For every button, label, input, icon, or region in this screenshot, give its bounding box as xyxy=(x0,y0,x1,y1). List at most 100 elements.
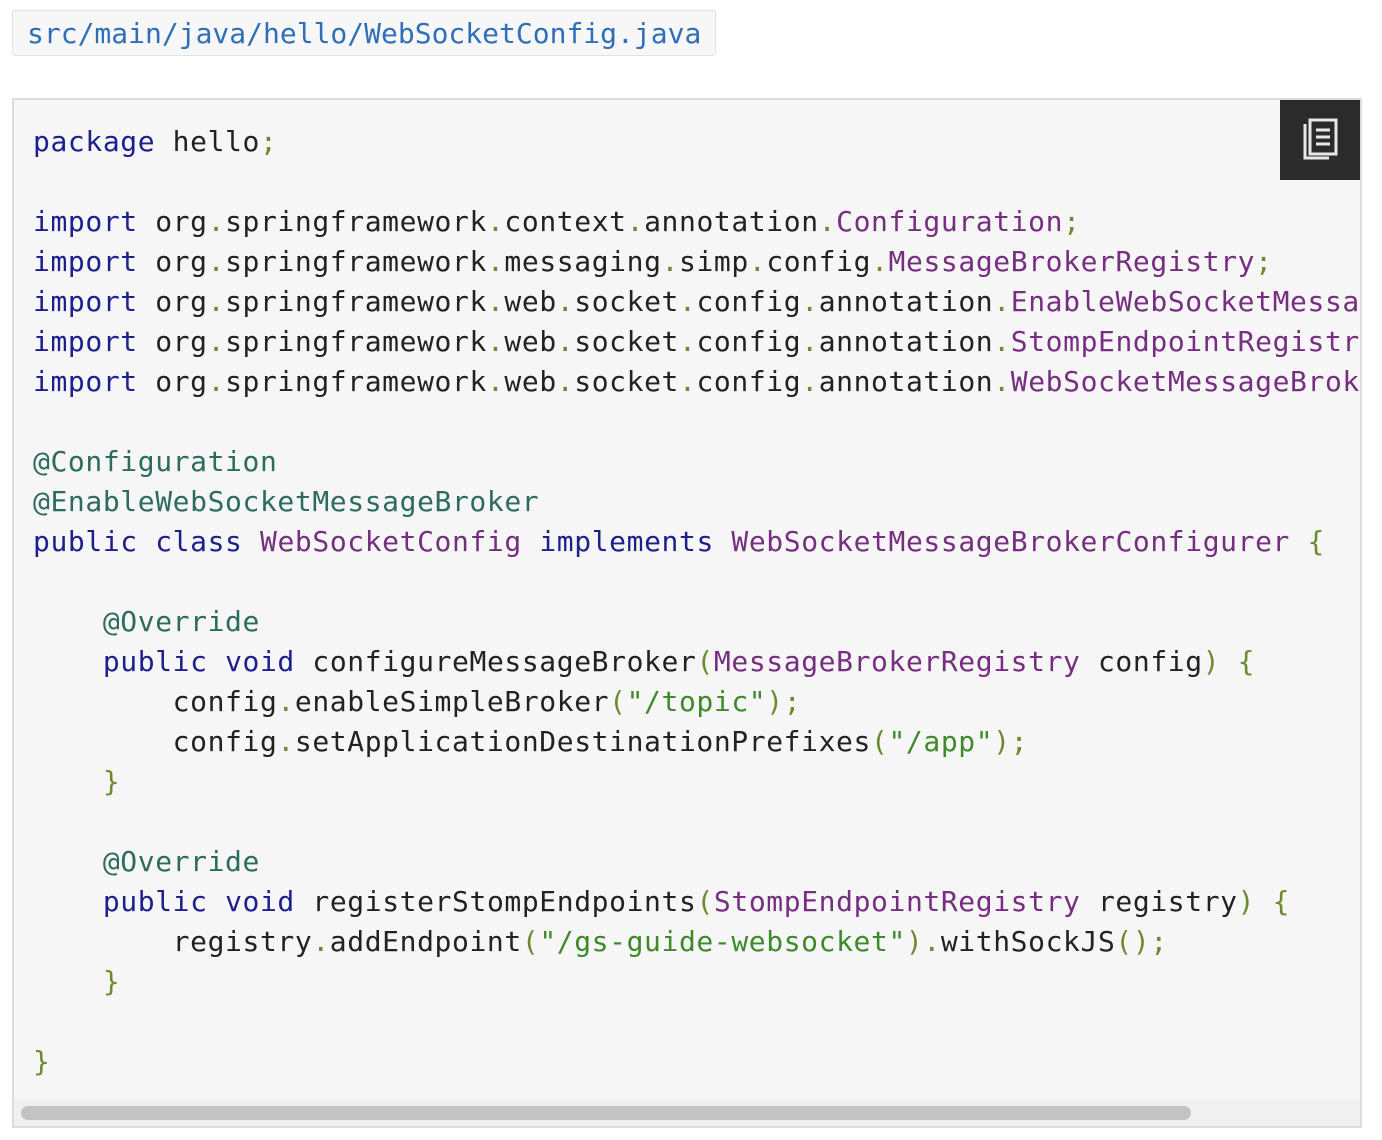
code-identifier: simp xyxy=(679,245,749,278)
code-keyword: import xyxy=(33,245,138,278)
code-identifier: springframework xyxy=(225,245,487,278)
code-punctuation: ); xyxy=(993,725,1029,758)
code-string: "/topic" xyxy=(626,685,767,718)
code-identifier xyxy=(1255,885,1272,918)
code-identifier: registry xyxy=(1080,885,1238,918)
code-identifier xyxy=(33,605,103,638)
code-type-name: Configuration xyxy=(836,205,1064,238)
source-code: package hello; import org.springframework… xyxy=(14,100,1360,1082)
code-keyword: public xyxy=(102,645,208,678)
code-line: import org.springframework.web.socket.co… xyxy=(33,362,1360,402)
code-line: config.enableSimpleBroker("/topic"); xyxy=(33,682,1360,722)
code-identifier: springframework xyxy=(225,325,487,358)
code-punctuation: . xyxy=(312,925,330,958)
code-identifier: socket xyxy=(574,365,679,398)
copy-clipboard-icon xyxy=(1303,118,1338,160)
code-punctuation: . xyxy=(486,365,505,398)
code-keyword: implements xyxy=(539,525,714,558)
code-identifier xyxy=(138,525,155,558)
code-punctuation: ); xyxy=(766,685,802,718)
code-identifier xyxy=(1290,525,1307,558)
code-punctuation: . xyxy=(679,365,697,398)
code-punctuation: } xyxy=(33,1045,51,1078)
code-identifier: config xyxy=(696,365,802,398)
code-type-name: WebSocketMessageBrokerConfigurer xyxy=(1010,365,1360,398)
code-identifier: config xyxy=(766,245,872,278)
code-line: import org.springframework.web.socket.co… xyxy=(33,322,1360,362)
code-punctuation: . xyxy=(993,285,1011,318)
code-identifier: annotation xyxy=(818,285,994,318)
code-line: @EnableWebSocketMessageBroker xyxy=(33,482,1360,522)
code-punctuation: } xyxy=(102,965,121,998)
code-identifier: config xyxy=(1080,645,1203,678)
code-type-name: WebSocketConfig xyxy=(259,525,522,558)
code-identifier: config xyxy=(696,325,802,358)
code-identifier: config xyxy=(33,725,278,758)
horizontal-scrollbar[interactable] xyxy=(14,1100,1360,1126)
horizontal-scrollbar-thumb[interactable] xyxy=(21,1106,1191,1120)
code-identifier: org xyxy=(137,325,208,358)
code-identifier: springframework xyxy=(225,205,487,238)
code-viewport[interactable]: package hello; import org.springframework… xyxy=(14,100,1360,1100)
code-identifier xyxy=(208,645,225,678)
code-identifier xyxy=(243,525,260,558)
code-string: "/app" xyxy=(888,725,994,758)
code-keyword: import xyxy=(33,205,138,238)
code-punctuation: ( xyxy=(696,645,714,678)
code-line: public class WebSocketConfig implements … xyxy=(33,522,1360,562)
code-punctuation: . xyxy=(207,365,226,398)
code-line: public void configureMessageBroker(Messa… xyxy=(33,642,1360,682)
code-punctuation: . xyxy=(207,205,226,238)
code-identifier: context xyxy=(504,205,627,238)
code-keyword: package xyxy=(33,125,156,158)
code-type-name: EnableWebSocketMessageBroker xyxy=(1010,285,1360,318)
code-punctuation: ; xyxy=(259,125,278,158)
code-punctuation: . xyxy=(626,205,645,238)
code-punctuation: . xyxy=(801,365,819,398)
code-identifier: springframework xyxy=(225,365,487,398)
code-identifier: web xyxy=(504,285,557,318)
code-type-name: MessageBrokerRegistry xyxy=(888,245,1256,278)
code-identifier xyxy=(1220,645,1237,678)
code-identifier xyxy=(714,525,731,558)
code-punctuation: ( xyxy=(521,925,540,958)
code-identifier: socket xyxy=(574,285,679,318)
code-annotation: @EnableWebSocketMessageBroker xyxy=(33,485,540,518)
code-identifier: registry xyxy=(33,925,313,958)
code-type-name: StompEndpointRegistry xyxy=(1010,325,1360,358)
code-keyword: public xyxy=(33,525,138,558)
code-identifier: web xyxy=(504,325,557,358)
code-punctuation: . xyxy=(818,205,837,238)
code-line: } xyxy=(33,762,1360,802)
code-punctuation: . xyxy=(661,245,679,278)
code-identifier xyxy=(208,885,225,918)
code-punctuation: ; xyxy=(1063,205,1081,238)
code-identifier: org xyxy=(137,205,208,238)
code-punctuation: ) xyxy=(1237,885,1256,918)
code-identifier xyxy=(33,645,103,678)
code-keyword: import xyxy=(33,365,138,398)
code-identifier: org xyxy=(137,285,208,318)
code-punctuation: . xyxy=(801,285,819,318)
code-identifier xyxy=(33,845,103,878)
code-punctuation: . xyxy=(801,325,819,358)
code-type-name: MessageBrokerRegistry xyxy=(713,645,1081,678)
code-identifier: org xyxy=(137,245,208,278)
code-identifier: setApplicationDestinationPrefixes xyxy=(294,725,871,758)
code-identifier: addEndpoint xyxy=(329,925,522,958)
code-punctuation: ( xyxy=(870,725,889,758)
code-line: import org.springframework.messaging.sim… xyxy=(33,242,1360,282)
code-line: @Configuration xyxy=(33,442,1360,482)
copy-button[interactable] xyxy=(1280,100,1360,180)
code-line: public void registerStompEndpoints(Stomp… xyxy=(33,882,1360,922)
code-annotation: @Configuration xyxy=(33,445,278,478)
code-punctuation: . xyxy=(556,325,575,358)
code-punctuation: . xyxy=(993,325,1011,358)
code-annotation: @Override xyxy=(102,605,260,638)
code-identifier: hello xyxy=(155,125,260,158)
code-identifier: annotation xyxy=(644,205,819,238)
